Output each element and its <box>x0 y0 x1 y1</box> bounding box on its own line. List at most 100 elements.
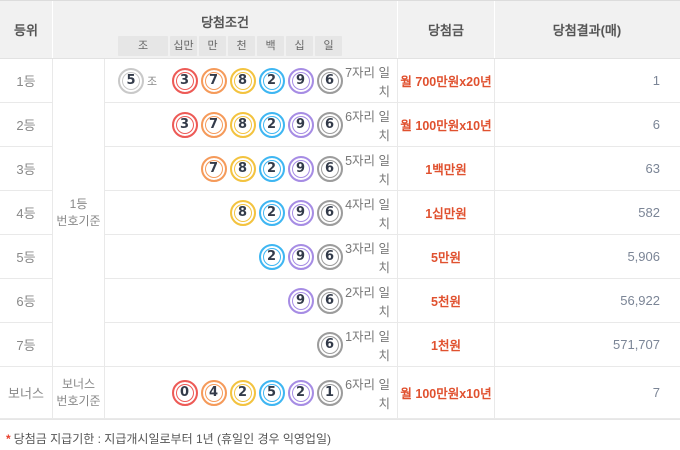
digit-slot: 8 <box>228 111 257 139</box>
basis-bonus-cell: 보너스번호기준 <box>53 367 105 419</box>
prize-cell: 월 700만원x20년 <box>398 59 495 103</box>
digit-slot: 8 <box>228 67 257 95</box>
header-condition: 당첨조건 조십만만천백십일 <box>53 1 398 58</box>
lottery-ball: 2 <box>259 156 285 182</box>
ball-grid: 96 <box>118 287 344 315</box>
jo-slot <box>118 331 170 359</box>
digit-label-0: 조 <box>118 36 168 56</box>
match-condition-text: 6자리 일치 <box>344 106 390 144</box>
prize-cell: 5만원 <box>398 235 495 279</box>
digit-slot <box>228 287 257 315</box>
asterisk-mark: * <box>6 432 11 446</box>
lottery-ball: 7 <box>201 156 227 182</box>
lottery-ball: 6 <box>317 200 343 226</box>
lottery-ball: 7 <box>201 68 227 94</box>
digit-slot: 7 <box>199 111 228 139</box>
digit-slot: 3 <box>170 111 199 139</box>
lottery-ball: 2 <box>259 68 285 94</box>
lottery-ball: 2 <box>259 200 285 226</box>
digit-slot: 9 <box>286 287 315 315</box>
digit-label-2: 만 <box>199 36 226 56</box>
digit-slot: 9 <box>286 67 315 95</box>
result-count-cell: 6 <box>495 103 680 147</box>
jo-slot <box>118 379 170 407</box>
digit-slot <box>170 199 199 227</box>
digit-slot: 7 <box>199 67 228 95</box>
jo-slot <box>118 199 170 227</box>
rank-cell: 보너스 <box>0 367 53 419</box>
digit-slot: 3 <box>170 67 199 95</box>
ball-grid: 8296 <box>118 199 344 227</box>
digit-slot: 2 <box>228 379 257 407</box>
header-rank: 등위 <box>0 1 53 58</box>
digit-slot <box>286 331 315 359</box>
prize-cell: 5천원 <box>398 279 495 323</box>
prize-cell: 월 100만원x10년 <box>398 103 495 147</box>
lottery-ball: 3 <box>172 68 198 94</box>
rank-cell: 5등 <box>0 235 53 279</box>
jo-slot <box>118 111 170 139</box>
digit-slot <box>228 331 257 359</box>
digit-label-4: 백 <box>257 36 284 56</box>
digit-slot: 1 <box>315 379 344 407</box>
digit-slot <box>170 331 199 359</box>
lottery-ball: 5 <box>118 68 144 94</box>
digit-slot: 6 <box>315 331 344 359</box>
match-condition-text: 5자리 일치 <box>344 150 390 188</box>
digit-slot: 2 <box>257 155 286 183</box>
prize-cell: 1천원 <box>398 323 495 367</box>
lottery-ball: 2 <box>259 112 285 138</box>
digit-slot: 6 <box>315 243 344 271</box>
match-condition-text: 6자리 일치 <box>344 374 390 412</box>
result-count-cell: 582 <box>495 191 680 235</box>
footnote-text: 당첨금 지급기한 : 지급개시일로부터 1년 (휴일인 경우 익영업일) <box>14 432 331 446</box>
header-condition-label: 당첨조건 <box>53 1 397 31</box>
match-condition-text: 3자리 일치 <box>344 238 390 276</box>
prize-cell: 1백만원 <box>398 147 495 191</box>
digit-slot: 9 <box>286 111 315 139</box>
ball-grid: 5조378296 <box>118 67 344 95</box>
digit-slot <box>170 287 199 315</box>
lottery-ball: 9 <box>288 200 314 226</box>
table-body: 1등1등번호기준5조3782967자리 일치월 700만원x20년12등3782… <box>0 59 680 419</box>
digit-slot <box>257 331 286 359</box>
prize-cell: 월 100만원x10년 <box>398 367 495 419</box>
digit-slot: 0 <box>170 379 199 407</box>
result-count-cell: 5,906 <box>495 235 680 279</box>
lottery-ball: 9 <box>288 68 314 94</box>
result-count-cell: 63 <box>495 147 680 191</box>
lottery-ball: 8 <box>230 68 256 94</box>
header-result: 당첨결과(매) <box>495 1 679 58</box>
lottery-ball: 9 <box>288 244 314 270</box>
digit-slot: 9 <box>286 155 315 183</box>
result-count-cell: 7 <box>495 367 680 419</box>
match-condition-text: 4자리 일치 <box>344 194 390 232</box>
condition-cell: 782965자리 일치 <box>105 147 398 191</box>
digit-label-6: 일 <box>315 36 342 56</box>
lottery-ball: 5 <box>259 380 285 406</box>
digit-position-labels: 조십만만천백십일 <box>117 36 343 56</box>
digit-slot: 8 <box>228 199 257 227</box>
lottery-ball: 6 <box>317 112 343 138</box>
jo-slot: 5조 <box>118 67 170 95</box>
digit-slot: 5 <box>257 379 286 407</box>
jo-slot <box>118 287 170 315</box>
lottery-ball: 8 <box>230 156 256 182</box>
lottery-ball: 0 <box>172 380 198 406</box>
digit-slot <box>257 287 286 315</box>
digit-slot: 2 <box>257 243 286 271</box>
digit-slot: 6 <box>315 155 344 183</box>
ball-grid: 78296 <box>118 155 344 183</box>
lottery-ball: 9 <box>288 156 314 182</box>
ball-grid: 6 <box>118 331 344 359</box>
match-condition-text: 7자리 일치 <box>344 62 390 100</box>
lottery-ball: 2 <box>259 244 285 270</box>
rank-cell: 1등 <box>0 59 53 103</box>
lottery-ball: 2 <box>230 380 256 406</box>
lottery-result-table: 등위 당첨조건 조십만만천백십일 당첨금 당첨결과(매) 1등1등번호기준5조3… <box>0 0 680 420</box>
lottery-ball: 6 <box>317 332 343 358</box>
match-condition-text: 2자리 일치 <box>344 282 390 320</box>
result-count-cell: 1 <box>495 59 680 103</box>
digit-label-5: 십 <box>286 36 313 56</box>
rank-cell: 3등 <box>0 147 53 191</box>
